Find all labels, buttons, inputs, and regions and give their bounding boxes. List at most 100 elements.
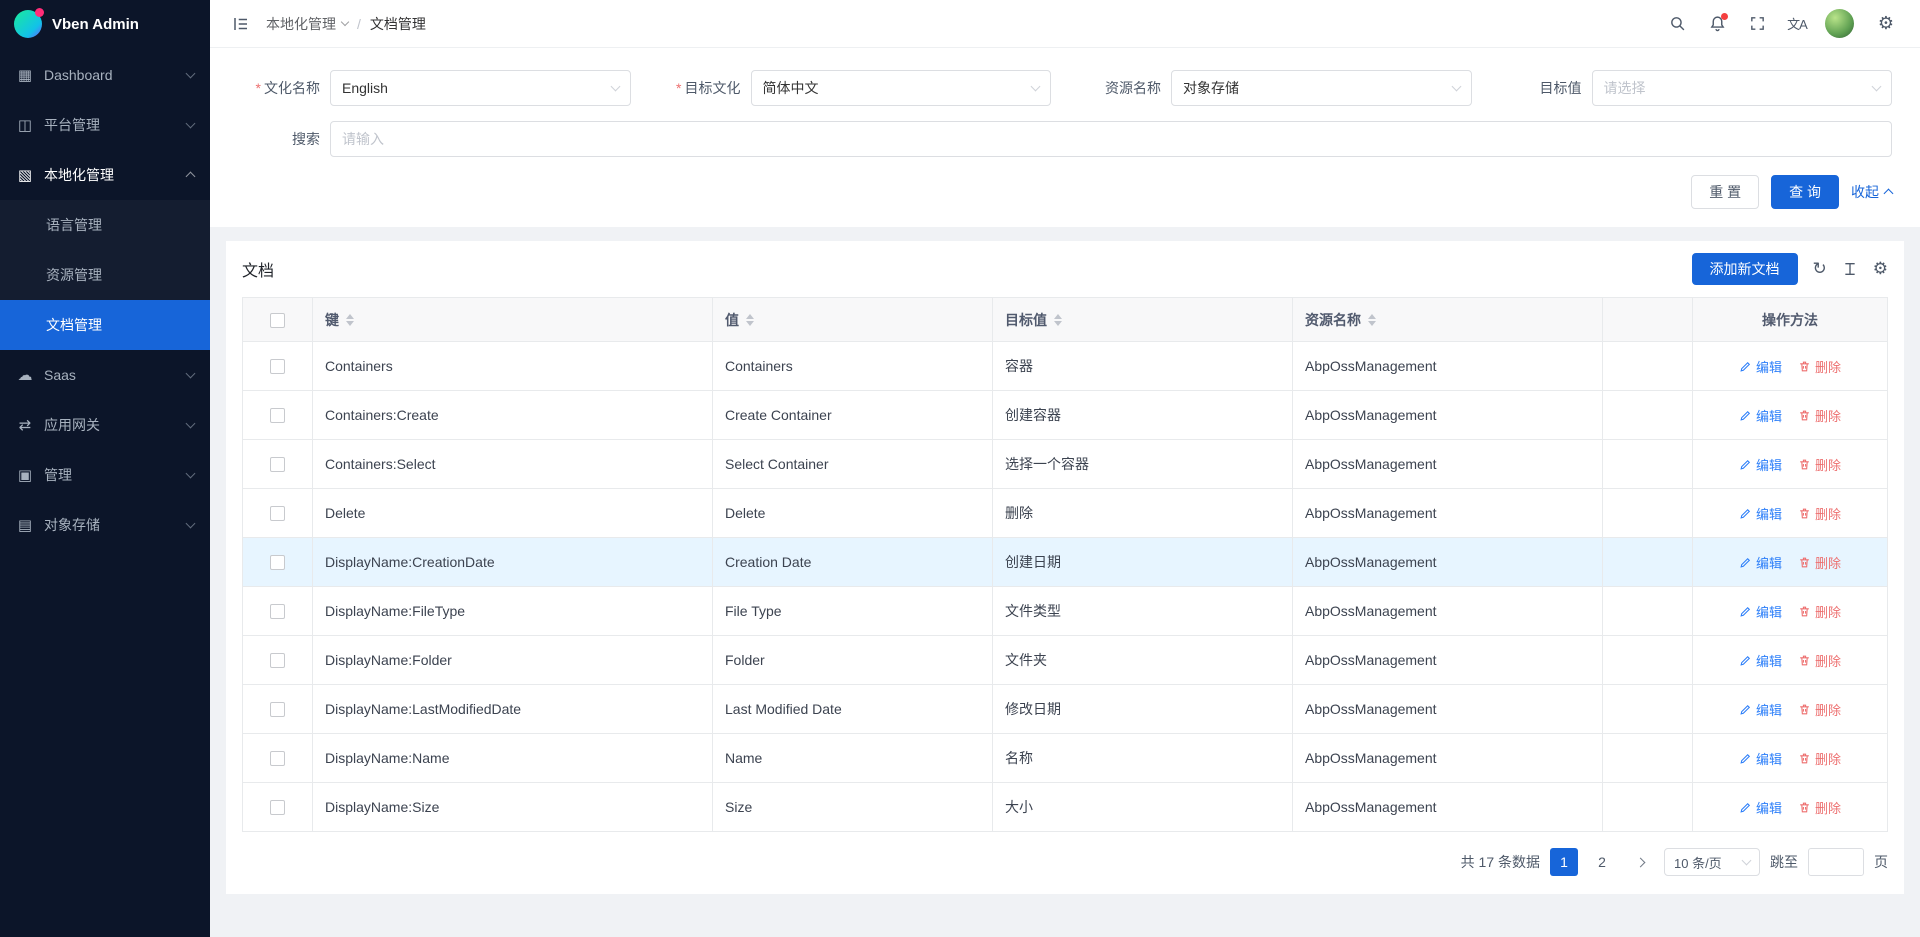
reset-button[interactable]: 重 置 [1691,175,1759,209]
edit-button[interactable]: 编辑 [1739,749,1782,768]
fullscreen-icon[interactable] [1737,0,1777,48]
refresh-icon[interactable]: ↻ [1813,259,1827,279]
column-title: 值 [725,310,739,330]
delete-button[interactable]: 删除 [1798,553,1841,572]
target-value-select[interactable]: 请选择 [1592,70,1893,106]
page-size-select[interactable]: 10 条/页 [1664,848,1760,876]
avatar[interactable] [1825,9,1854,38]
table-row[interactable]: DisplayName:FileType File Type 文件类型 AbpO… [243,587,1888,636]
column-settings-gear-icon[interactable]: ⚙ [1873,259,1888,279]
delete-button[interactable]: 删除 [1798,700,1841,719]
sidebar-item-saas[interactable]: ☁ Saas [0,350,210,400]
query-button[interactable]: 查 询 [1771,175,1839,209]
cell-key: DisplayName:Size [313,783,713,832]
delete-button[interactable]: 删除 [1798,406,1841,425]
add-document-button[interactable]: 添加新文档 [1692,253,1798,285]
sidebar-item-platform-management[interactable]: ◫ 平台管理 [0,100,210,150]
sort-icon[interactable] [1054,314,1062,326]
edit-button[interactable]: 编辑 [1739,553,1782,572]
delete-button[interactable]: 删除 [1798,504,1841,523]
label-text: 搜索 [292,131,320,147]
logo[interactable]: Vben Admin [0,0,210,48]
cell-value: Select Container [713,440,993,489]
delete-button[interactable]: 删除 [1798,357,1841,376]
table-row[interactable]: DisplayName:Name Name 名称 AbpOssManagemen… [243,734,1888,783]
topbar-actions: 文A ⚙ [1657,0,1906,48]
culture-name-select[interactable]: English [330,70,631,106]
table-row[interactable]: Containers Containers 容器 AbpOssManagemen… [243,342,1888,391]
page-1-button[interactable]: 1 [1550,848,1578,876]
sidebar-item-app-gateway[interactable]: ⇄ 应用网关 [0,400,210,450]
chevron-up-icon [1884,189,1894,199]
edit-button[interactable]: 编辑 [1739,357,1782,376]
delete-button[interactable]: 删除 [1798,798,1841,817]
edit-button[interactable]: 编辑 [1739,455,1782,474]
column-header-resource[interactable]: 资源名称 [1293,298,1603,342]
row-checkbox[interactable] [270,751,285,766]
column-header-key[interactable]: 键 [313,298,713,342]
table-row[interactable]: DisplayName:Size Size 大小 AbpOssManagemen… [243,783,1888,832]
row-checkbox[interactable] [270,604,285,619]
sort-icon[interactable] [1368,314,1376,326]
breadcrumb-item-localization[interactable]: 本地化管理 [266,14,348,34]
app-root: Vben Admin ▦ Dashboard ◫ 平台管理 ▧ 本地化管理 语言… [0,0,1920,937]
management-icon: ▣ [16,466,34,484]
edit-button[interactable]: 编辑 [1739,798,1782,817]
cell-value: Size [713,783,993,832]
sidebar-item-management[interactable]: ▣ 管理 [0,450,210,500]
delete-button[interactable]: 删除 [1798,749,1841,768]
app-title: Vben Admin [52,16,139,33]
edit-button[interactable]: 编辑 [1739,651,1782,670]
row-checkbox[interactable] [270,800,285,815]
column-header-target[interactable]: 目标值 [993,298,1293,342]
search-icon[interactable] [1657,0,1697,48]
target-culture-select[interactable]: 简体中文 [751,70,1052,106]
edit-button[interactable]: 编辑 [1739,504,1782,523]
required-mark: * [256,80,261,96]
sidebar-item-dashboard[interactable]: ▦ Dashboard [0,50,210,100]
table-row[interactable]: DisplayName:LastModifiedDate Last Modifi… [243,685,1888,734]
row-checkbox[interactable] [270,653,285,668]
select-all-checkbox[interactable] [270,313,285,328]
page-2-button[interactable]: 2 [1588,848,1616,876]
sidebar-item-resource-management[interactable]: 资源管理 [0,250,210,300]
table-row-highlighted[interactable]: DisplayName:CreationDate Creation Date 创… [243,538,1888,587]
next-page-button[interactable] [1626,848,1654,876]
delete-button[interactable]: 删除 [1798,651,1841,670]
menu-fold-icon[interactable] [224,7,258,41]
row-checkbox[interactable] [270,408,285,423]
sidebar-item-object-storage[interactable]: ▤ 对象存储 [0,500,210,550]
table-row[interactable]: Containers:Select Select Container 选择一个容… [243,440,1888,489]
resource-name-select[interactable]: 对象存储 [1171,70,1472,106]
edit-button[interactable]: 编辑 [1739,700,1782,719]
sidebar-item-language-management[interactable]: 语言管理 [0,200,210,250]
row-checkbox[interactable] [270,359,285,374]
row-checkbox[interactable] [270,506,285,521]
selected-value: 简体中文 [763,78,1033,98]
table-row[interactable]: DisplayName:Folder Folder 文件夹 AbpOssMana… [243,636,1888,685]
translate-icon[interactable]: 文A [1777,0,1817,48]
row-checkbox[interactable] [270,555,285,570]
chevron-down-icon [186,469,196,479]
table-row[interactable]: Delete Delete 删除 AbpOssManagement 编辑删除 [243,489,1888,538]
edit-button[interactable]: 编辑 [1739,406,1782,425]
cell-target: 容器 [993,342,1293,391]
collapse-link[interactable]: 收起 [1851,182,1892,202]
delete-button[interactable]: 删除 [1798,455,1841,474]
table-row[interactable]: Containers:Create Create Container 创建容器 … [243,391,1888,440]
delete-button[interactable]: 删除 [1798,602,1841,621]
search-input[interactable] [330,121,1892,157]
row-checkbox[interactable] [270,702,285,717]
jump-page-input[interactable] [1808,848,1864,876]
sort-icon[interactable] [346,314,354,326]
column-header-value[interactable]: 值 [713,298,993,342]
row-checkbox[interactable] [270,457,285,472]
menu-label: Dashboard [44,67,187,83]
row-height-icon[interactable] [1842,261,1858,277]
notification-bell-icon[interactable] [1697,0,1737,48]
settings-gear-icon[interactable]: ⚙ [1866,0,1906,48]
sidebar-item-document-management[interactable]: 文档管理 [0,300,210,350]
sidebar-item-localization-management[interactable]: ▧ 本地化管理 [0,150,210,200]
sort-icon[interactable] [746,314,754,326]
edit-button[interactable]: 编辑 [1739,602,1782,621]
